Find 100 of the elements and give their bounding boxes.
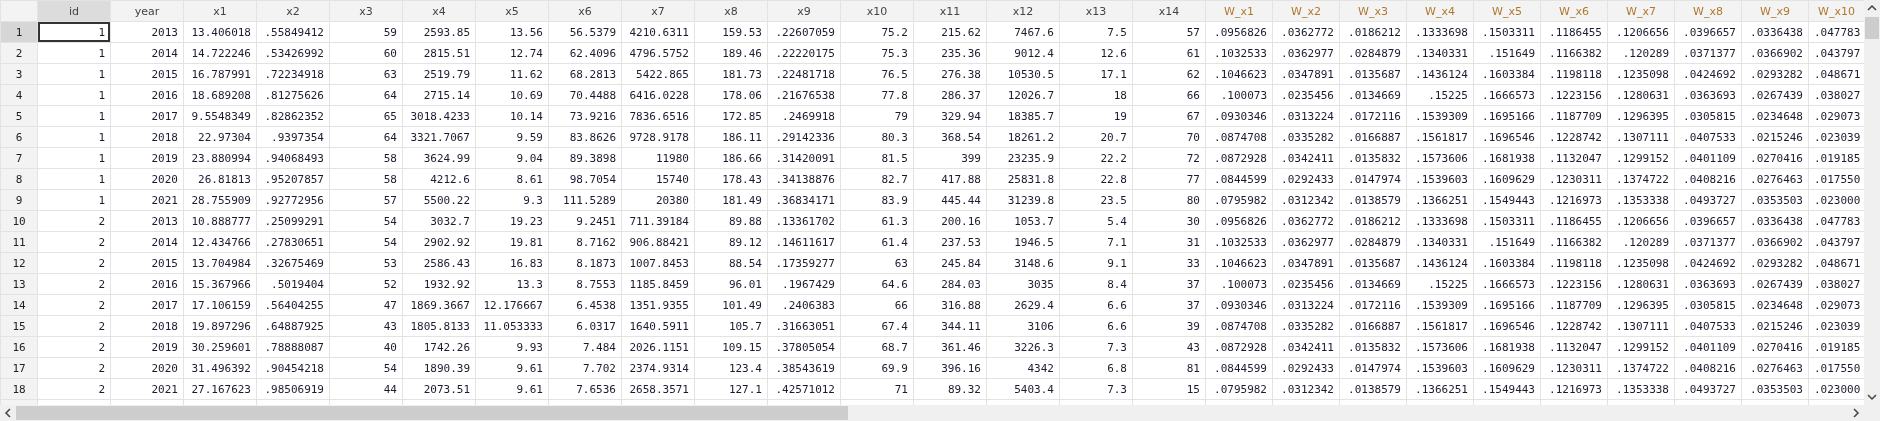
table-cell[interactable]: .0844599	[1205, 168, 1273, 190]
table-cell[interactable]: 2014	[110, 231, 184, 253]
table-cell[interactable]: .0305815	[1674, 105, 1742, 127]
table-cell[interactable]: .0138579	[1339, 189, 1407, 211]
table-cell[interactable]: 2013	[110, 210, 184, 232]
table-cell[interactable]: .1187709	[1540, 105, 1608, 127]
table-cell[interactable]: 2014	[110, 42, 184, 64]
table-cell[interactable]: 3018.4233	[402, 105, 476, 127]
table-cell[interactable]: 8.4	[1059, 273, 1133, 295]
table-cell[interactable]: .1539603	[1406, 168, 1474, 190]
table-cell[interactable]: 40	[329, 336, 403, 358]
table-cell[interactable]: .98506919	[256, 378, 330, 400]
table-cell[interactable]: .1186455	[1540, 21, 1608, 43]
table-cell[interactable]: .1299152	[1607, 336, 1675, 358]
table-cell[interactable]: 15.367966	[183, 273, 257, 295]
table-cell[interactable]: .0292433	[1272, 168, 1340, 190]
column-header[interactable]: x3	[329, 0, 403, 22]
table-cell[interactable]: 7.1	[1059, 231, 1133, 253]
table-cell[interactable]: .13361702	[767, 210, 841, 232]
table-cell[interactable]: .0305815	[1674, 294, 1742, 316]
column-header[interactable]: x7	[621, 0, 695, 22]
table-cell[interactable]: 2019	[110, 147, 184, 169]
table-cell[interactable]: .0215246	[1741, 126, 1809, 148]
row-number[interactable]: 3	[0, 63, 38, 85]
table-cell[interactable]: .0234648	[1741, 105, 1809, 127]
table-cell[interactable]: 13.704984	[183, 252, 257, 274]
table-cell[interactable]: 3106	[986, 315, 1060, 337]
table-cell[interactable]: .0186212	[1339, 21, 1407, 43]
table-cell[interactable]: .0844599	[1205, 357, 1273, 379]
table-cell[interactable]: 445.44	[913, 189, 987, 211]
table-cell[interactable]: .1206656	[1607, 21, 1675, 43]
table-cell[interactable]: .1046623	[1205, 63, 1273, 85]
table-cell[interactable]: 80	[1132, 189, 1206, 211]
table-cell[interactable]: 18	[1059, 84, 1133, 106]
table-cell[interactable]: 47	[329, 294, 403, 316]
table-cell[interactable]: 10530.5	[986, 63, 1060, 85]
table-cell[interactable]: .38543619	[767, 357, 841, 379]
table-cell[interactable]: .90454218	[256, 357, 330, 379]
table-cell[interactable]: 9.5548349	[183, 105, 257, 127]
table-cell[interactable]: .1561817	[1406, 315, 1474, 337]
table-cell[interactable]: 5403.4	[986, 378, 1060, 400]
table-cell[interactable]: .0186212	[1339, 210, 1407, 232]
table-cell[interactable]: .0166887	[1339, 126, 1407, 148]
row-number[interactable]: 13	[0, 273, 38, 295]
table-cell[interactable]: 4210.6311	[621, 21, 695, 43]
table-cell[interactable]: 10.69	[475, 84, 549, 106]
table-cell[interactable]: 1185.8459	[621, 273, 695, 295]
table-cell[interactable]: .0267439	[1741, 84, 1809, 106]
table-cell[interactable]: 2073.51	[402, 378, 476, 400]
table-cell[interactable]: 79	[840, 105, 914, 127]
table-cell[interactable]: .1333698	[1406, 21, 1474, 43]
table-cell[interactable]: 3148.6	[986, 252, 1060, 274]
table-cell[interactable]: .120289	[1607, 42, 1675, 64]
table-cell[interactable]: 43	[1132, 336, 1206, 358]
table-cell[interactable]: 9728.9178	[621, 126, 695, 148]
table-cell[interactable]: 1742.26	[402, 336, 476, 358]
table-cell[interactable]: .1539309	[1406, 105, 1474, 127]
column-header[interactable]: W_x2	[1272, 0, 1340, 22]
table-cell[interactable]: 2016	[110, 84, 184, 106]
table-cell[interactable]: 2902.92	[402, 231, 476, 253]
table-cell[interactable]: 2	[37, 252, 111, 274]
table-cell[interactable]: .1695166	[1473, 294, 1541, 316]
table-cell[interactable]: 2020	[110, 357, 184, 379]
table-cell[interactable]: 39	[1132, 315, 1206, 337]
table-cell[interactable]: 8.1873	[548, 252, 622, 274]
table-cell[interactable]: 127.1	[694, 378, 768, 400]
table-cell[interactable]: .0135687	[1339, 252, 1407, 274]
table-cell[interactable]: .0292433	[1272, 357, 1340, 379]
table-cell[interactable]: .0172116	[1339, 105, 1407, 127]
table-cell[interactable]: 2586.43	[402, 252, 476, 274]
row-number[interactable]: 7	[0, 147, 38, 169]
table-cell[interactable]: 10.888777	[183, 210, 257, 232]
table-cell[interactable]: 9.3	[475, 189, 549, 211]
table-cell[interactable]: 16.83	[475, 252, 549, 274]
table-cell[interactable]: 344.11	[913, 315, 987, 337]
table-cell[interactable]: .64887925	[256, 315, 330, 337]
row-number[interactable]: 10	[0, 210, 38, 232]
table-cell[interactable]: 7.3	[1059, 336, 1133, 358]
table-cell[interactable]: .0930346	[1205, 294, 1273, 316]
table-cell[interactable]: 1	[37, 126, 111, 148]
table-cell[interactable]: 3624.99	[402, 147, 476, 169]
table-cell[interactable]: 37	[1132, 294, 1206, 316]
table-cell[interactable]: .0363693	[1674, 84, 1742, 106]
table-cell[interactable]: .25099291	[256, 210, 330, 232]
table-cell[interactable]: 2	[37, 357, 111, 379]
table-cell[interactable]: .0407533	[1674, 315, 1742, 337]
table-cell[interactable]: .1223156	[1540, 273, 1608, 295]
table-cell[interactable]: 19.897296	[183, 315, 257, 337]
table-cell[interactable]: 67.4	[840, 315, 914, 337]
table-cell[interactable]: 1053.7	[986, 210, 1060, 232]
table-cell[interactable]: .1280631	[1607, 84, 1675, 106]
table-cell[interactable]: 26.81813	[183, 168, 257, 190]
table-cell[interactable]: 11.62	[475, 63, 549, 85]
table-cell[interactable]: 2016	[110, 273, 184, 295]
table-cell[interactable]: .1223156	[1540, 84, 1608, 106]
table-cell[interactable]: 28.755909	[183, 189, 257, 211]
table-cell[interactable]: .17359277	[767, 252, 841, 274]
table-cell[interactable]: .1307111	[1607, 126, 1675, 148]
table-cell[interactable]: .1573606	[1406, 147, 1474, 169]
table-cell[interactable]: .0874708	[1205, 315, 1273, 337]
